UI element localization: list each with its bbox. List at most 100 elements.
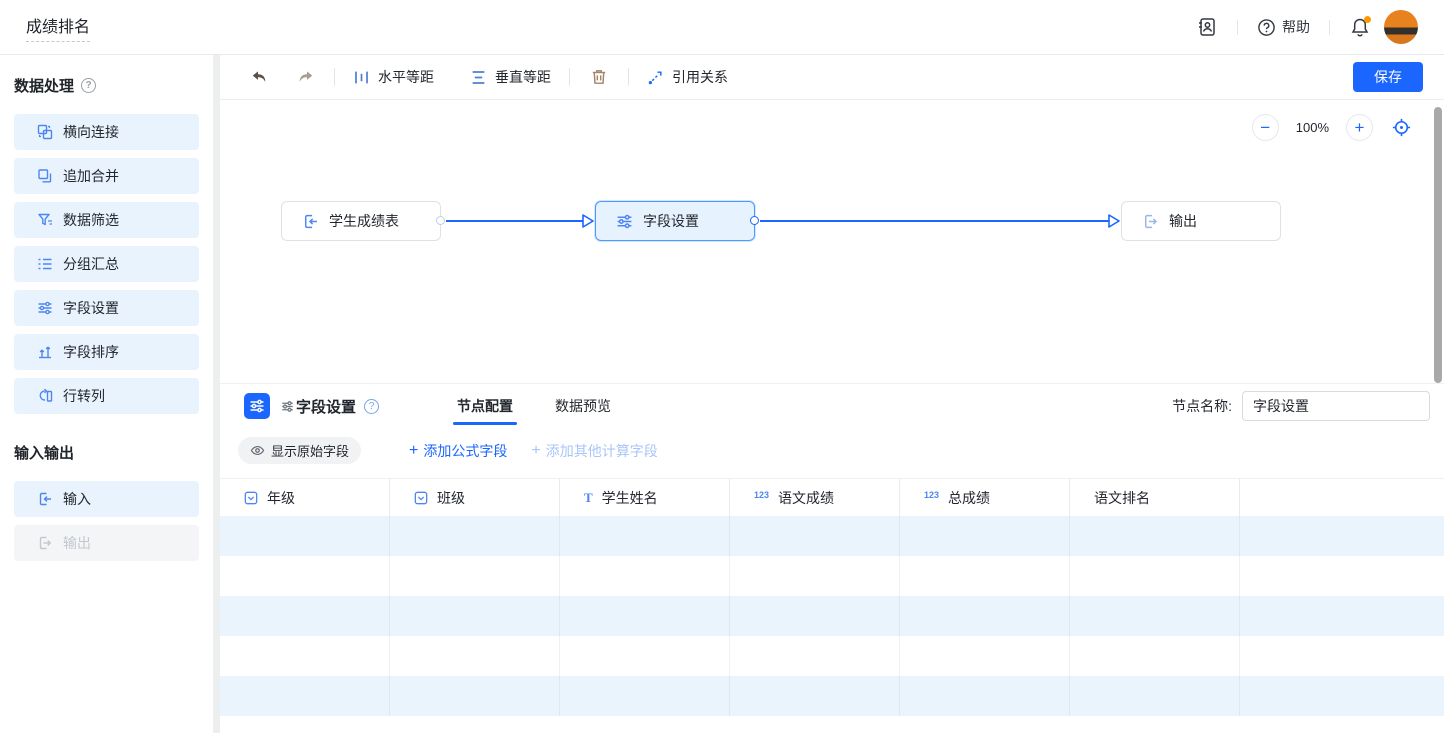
select-field-icon	[414, 491, 428, 505]
table-row	[220, 516, 1444, 556]
tab-node-config[interactable]: 节点配置	[457, 384, 513, 428]
sidebar-item-append-merge[interactable]: 追加合并	[14, 158, 199, 194]
sidebar-item-data-filter[interactable]: 数据筛选	[14, 202, 199, 238]
flow-canvas[interactable]: − 100% +	[220, 100, 1444, 383]
table-row	[220, 636, 1444, 676]
node-name-label: 节点名称:	[1172, 396, 1232, 416]
filter-icon	[36, 212, 53, 229]
redo-button[interactable]	[294, 66, 316, 88]
node-field-settings[interactable]: 字段设置	[595, 201, 755, 241]
table-row	[220, 596, 1444, 636]
delete-button[interactable]	[588, 66, 610, 88]
edge-arrow-icon	[1108, 214, 1120, 228]
field-settings-icon	[36, 300, 53, 317]
sidebar-item-input[interactable]: 输入	[14, 481, 199, 517]
fields-table: 年级 班级 T 学生姓名 123 语文成绩	[220, 478, 1444, 716]
horizontal-join-icon	[36, 124, 53, 141]
column-header-chinese-rank[interactable]: 语文排名	[1070, 479, 1240, 516]
group-summary-icon	[36, 256, 53, 273]
save-button[interactable]: 保存	[1353, 62, 1423, 92]
table-cell	[900, 636, 1070, 676]
sidebar-item-field-sort[interactable]: 字段排序	[14, 334, 199, 370]
divider	[334, 68, 335, 86]
input-icon	[302, 213, 319, 230]
table-cell	[1070, 636, 1240, 676]
panel-tabs: 节点配置 数据预览	[457, 384, 611, 428]
sidebar: 数据处理 ? 横向连接 追加合并 数据筛选	[0, 55, 213, 733]
reference-relation-button[interactable]: 引用关系	[647, 67, 728, 87]
column-header-total-score[interactable]: 123 总成绩	[900, 479, 1070, 516]
node-name-input[interactable]	[1242, 391, 1430, 421]
sidebar-item-group-summary[interactable]: 分组汇总	[14, 246, 199, 282]
field-settings-icon	[244, 393, 270, 419]
horizontal-spacing-label: 水平等距	[378, 67, 434, 87]
help-button[interactable]: 帮助	[1257, 17, 1310, 37]
output-port[interactable]	[750, 216, 759, 225]
locate-icon[interactable]	[1390, 117, 1412, 139]
table-cell	[1070, 596, 1240, 636]
zoom-in-button[interactable]: +	[1346, 114, 1373, 141]
table-cell	[560, 556, 730, 596]
input-icon	[36, 491, 53, 508]
sidebar-item-field-settings[interactable]: 字段设置	[14, 290, 199, 326]
sidebar-divider	[213, 55, 220, 733]
table-cell	[1240, 636, 1444, 676]
zoom-out-button[interactable]: −	[1252, 114, 1279, 141]
address-book-icon[interactable]	[1196, 16, 1218, 38]
page-title[interactable]: 成绩排名	[26, 13, 90, 42]
help-icon[interactable]: ?	[364, 399, 379, 414]
table-cell	[220, 636, 390, 676]
undo-button[interactable]	[248, 66, 270, 88]
column-header-grade[interactable]: 年级	[220, 479, 390, 516]
number-field-icon: 123	[754, 490, 769, 500]
sidebar-item-row-to-column[interactable]: 行转列	[14, 378, 199, 414]
node-label: 字段设置	[643, 211, 699, 231]
node-name-group: 节点名称:	[1172, 391, 1430, 421]
divider	[1237, 20, 1238, 35]
node-output[interactable]: 输出	[1121, 201, 1281, 241]
column-header-chinese-score[interactable]: 123 语文成绩	[730, 479, 900, 516]
avatar[interactable]	[1384, 10, 1418, 44]
tab-data-preview[interactable]: 数据预览	[555, 384, 611, 428]
vertical-spacing-label: 垂直等距	[495, 67, 551, 87]
notifications-bell-icon[interactable]	[1349, 16, 1371, 38]
table-cell	[220, 516, 390, 556]
table-cell	[900, 676, 1070, 716]
table-cell	[1070, 676, 1240, 716]
table-cell	[220, 556, 390, 596]
topbar-actions: 帮助	[1196, 10, 1418, 44]
output-icon	[36, 535, 53, 552]
table-cell	[730, 516, 900, 556]
column-header-class[interactable]: 班级	[390, 479, 560, 516]
show-original-fields-button[interactable]: 显示原始字段	[238, 437, 361, 464]
output-port[interactable]	[436, 216, 445, 225]
eye-icon	[250, 443, 265, 458]
node-student-score-table[interactable]: 学生成绩表	[281, 201, 441, 241]
column-header-empty	[1240, 479, 1444, 516]
help-icon[interactable]: ?	[81, 78, 96, 93]
divider	[569, 68, 570, 86]
topbar: 成绩排名 帮助	[0, 0, 1444, 55]
panel-header: 字段设置 ? 节点配置 数据预览 节点名称:	[220, 384, 1444, 428]
table-cell	[1240, 516, 1444, 556]
table-cell	[560, 636, 730, 676]
table-body	[220, 516, 1444, 716]
add-other-calc-field-button: + 添加其他计算字段	[531, 441, 657, 461]
add-formula-field-button[interactable]: + 添加公式字段	[409, 441, 507, 461]
horizontal-spacing-button[interactable]: 水平等距	[353, 67, 434, 87]
column-header-student-name[interactable]: T 学生姓名	[560, 479, 730, 516]
output-icon	[1142, 213, 1159, 230]
vertical-spacing-button[interactable]: 垂直等距	[470, 67, 551, 87]
notification-dot	[1364, 16, 1371, 23]
field-sort-icon	[36, 344, 53, 361]
divider	[1329, 20, 1330, 35]
vertical-scrollbar[interactable]	[1434, 107, 1442, 383]
table-cell	[730, 636, 900, 676]
text-field-icon: T	[584, 490, 593, 506]
edge-arrow-icon	[582, 214, 594, 228]
plus-icon: +	[409, 442, 418, 460]
select-field-icon	[244, 491, 258, 505]
table-cell	[730, 556, 900, 596]
sidebar-item-horizontal-join[interactable]: 横向连接	[14, 114, 199, 150]
table-cell	[390, 596, 560, 636]
